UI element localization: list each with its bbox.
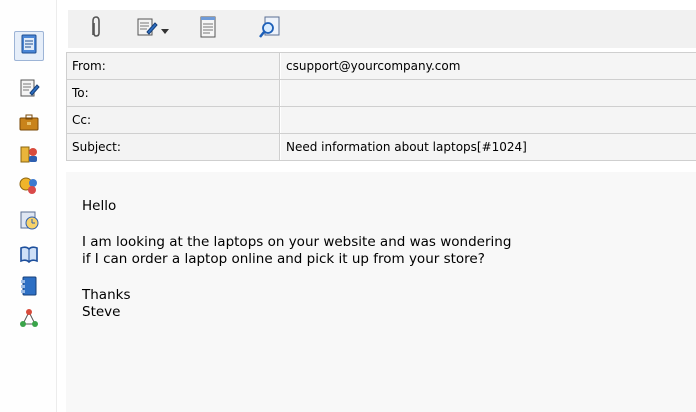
calendar-clock-icon [18,209,40,235]
to-label: To: [67,80,280,106]
sidebar-item-calendar[interactable] [14,207,44,237]
body-closing: Thanks [82,287,131,303]
users-group-icon [18,175,40,201]
message-header: From: csupport@yourcompany.com To: Cc: S… [66,52,696,161]
sidebar-item-contacts[interactable] [14,141,44,171]
document-button[interactable] [196,14,220,44]
module-sidebar [0,0,57,412]
attach-button[interactable] [86,14,106,44]
sidebar-item-users[interactable] [14,173,44,203]
sidebar-item-address-book[interactable] [14,273,44,303]
search-document-button[interactable] [258,14,282,44]
cc-label: Cc: [67,107,280,133]
attachment-icon [89,15,103,43]
cc-row: Cc: [67,107,696,134]
body-signature: Steve [82,304,121,320]
subject-field[interactable]: Need information about laptops[#1024] [281,134,696,160]
document-icon [198,15,218,43]
edit-note-button[interactable] [132,14,172,44]
sidebar-item-mail[interactable] [14,31,44,61]
sidebar-item-knowledge[interactable] [14,241,44,271]
body-greeting: Hello [82,198,117,214]
body-line-2: if I can order a laptop online and pick … [82,251,485,267]
workflow-network-icon [18,307,40,333]
compose-note-icon [18,77,40,103]
mail-message-icon [18,33,40,59]
briefcase-icon [18,111,40,137]
cc-field[interactable] [281,107,696,133]
knowledge-book-icon [18,243,40,269]
sidebar-item-compose[interactable] [14,75,44,105]
message-toolbar [68,10,696,48]
sidebar-item-workflow[interactable] [14,305,44,335]
sidebar-item-briefcase[interactable] [14,109,44,139]
from-label: From: [67,53,280,79]
message-body[interactable]: Hello I am looking at the laptops on you… [66,172,696,412]
edit-note-icon [135,15,159,43]
search-document-icon [258,15,282,43]
contacts-icon [18,143,40,169]
address-book-icon [18,275,40,301]
from-row: From: csupport@yourcompany.com [67,53,696,80]
subject-row: Subject: Need information about laptops[… [67,134,696,161]
from-field[interactable]: csupport@yourcompany.com [281,53,696,79]
subject-label: Subject: [67,134,280,160]
chevron-down-icon [161,20,169,39]
to-row: To: [67,80,696,107]
to-field[interactable] [281,80,696,106]
body-line-1: I am looking at the laptops on your webs… [82,234,512,250]
